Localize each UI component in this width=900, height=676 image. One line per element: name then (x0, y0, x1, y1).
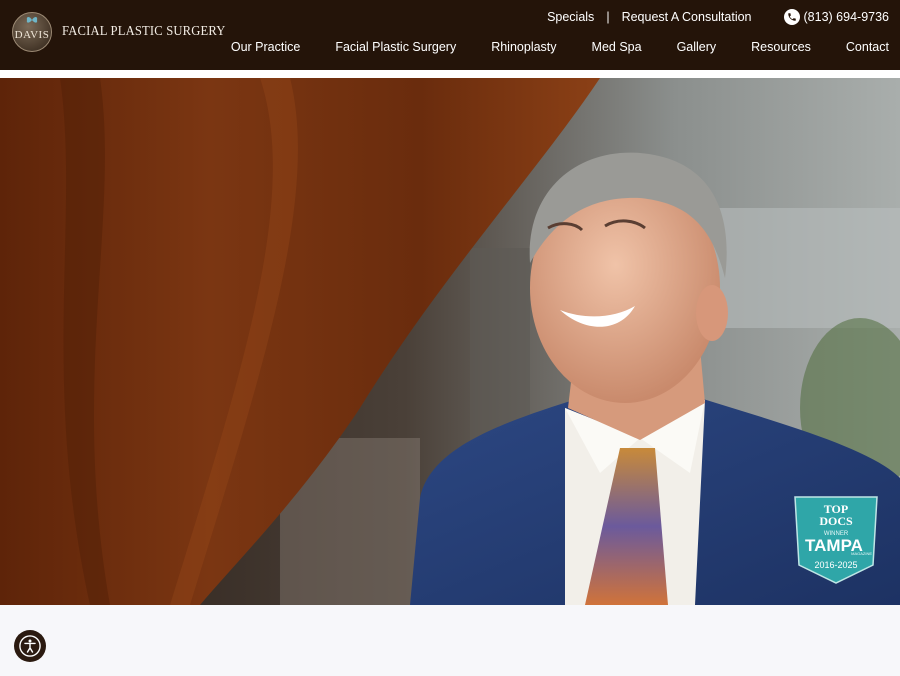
phone-number: (813) 694-9736 (803, 10, 889, 24)
badge-line2: DOCS (819, 514, 853, 528)
phone-link[interactable]: (813) 694-9736 (783, 9, 889, 25)
nav-rhinoplasty[interactable]: Rhinoplasty (491, 40, 556, 54)
brand-name: FACIAL PLASTIC SURGERY (62, 24, 226, 39)
utility-separator: | (606, 10, 610, 24)
nav-med-spa[interactable]: Med Spa (592, 40, 642, 54)
main-nav: Our Practice Facial Plastic Surgery Rhin… (231, 40, 889, 54)
nav-resources[interactable]: Resources (751, 40, 811, 54)
top-docs-badge-graphic: TOP DOCS WINNER TAMPA MAGAZINE 2016-2025 (794, 496, 878, 584)
utility-bar: Specials | Request A Consultation (813) … (547, 9, 889, 25)
logo-emblem-text: DAVIS (14, 29, 50, 41)
nav-contact[interactable]: Contact (846, 40, 889, 54)
accessibility-button[interactable] (14, 630, 46, 662)
header-divider (0, 70, 900, 78)
nav-facial-plastic-surgery[interactable]: Facial Plastic Surgery (335, 40, 456, 54)
request-consultation-link[interactable]: Request A Consultation (622, 10, 752, 24)
nav-gallery[interactable]: Gallery (677, 40, 717, 54)
specials-link[interactable]: Specials (547, 10, 594, 24)
accessibility-icon (19, 635, 41, 657)
phone-icon (783, 9, 800, 25)
hero-image: TOP DOCS WINNER TAMPA MAGAZINE 2016-2025 (0, 78, 900, 605)
site-header: DAVIS FACIAL PLASTIC SURGERY Specials | … (0, 0, 900, 70)
badge-magazine: MAGAZINE (851, 551, 872, 556)
logo-emblem: DAVIS (12, 12, 52, 52)
butterfly-icon (26, 17, 38, 23)
hero-illustration (0, 78, 900, 605)
nav-our-practice[interactable]: Our Practice (231, 40, 300, 54)
top-docs-badge: TOP DOCS WINNER TAMPA MAGAZINE 2016-2025 (793, 495, 879, 585)
logo[interactable]: DAVIS FACIAL PLASTIC SURGERY (12, 12, 244, 52)
badge-years: 2016-2025 (814, 560, 857, 570)
